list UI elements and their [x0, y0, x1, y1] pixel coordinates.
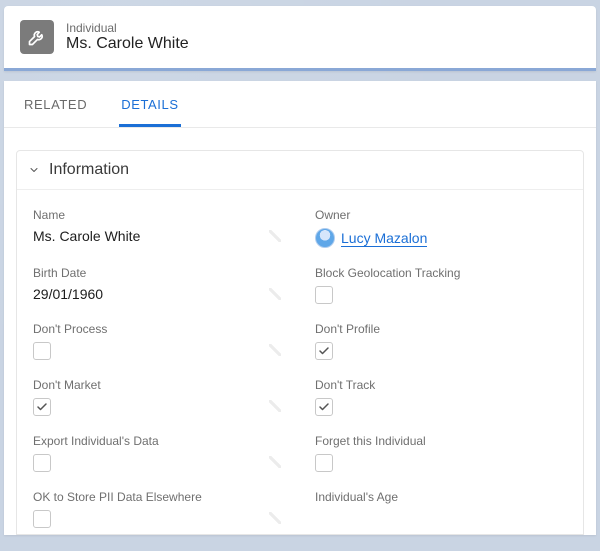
object-type-label: Individual: [66, 21, 189, 35]
field-birth-date: Birth Date 29/01/1960: [33, 266, 285, 304]
field-owner: Owner Lucy Mazalon: [315, 208, 567, 248]
field-label: OK to Store PII Data Elsewhere: [33, 490, 285, 504]
chevron-down-icon: [27, 163, 41, 177]
field-label: Birth Date: [33, 266, 285, 280]
tab-bar: RELATED DETAILS: [4, 81, 596, 128]
field-export-data: Export Individual's Data: [33, 434, 285, 472]
field-dont-process: Don't Process: [33, 322, 285, 360]
field-label: Don't Track: [315, 378, 567, 392]
checkbox[interactable]: [315, 342, 333, 360]
section-title: Information: [49, 161, 129, 179]
field-dont-track: Don't Track: [315, 378, 567, 416]
field-block-geolocation: Block Geolocation Tracking: [315, 266, 567, 304]
field-label: Block Geolocation Tracking: [315, 266, 567, 280]
field-label: Don't Profile: [315, 322, 567, 336]
checkbox[interactable]: [315, 454, 333, 472]
record-header: Individual Ms. Carole White: [4, 6, 596, 71]
field-name: Name Ms. Carole White: [33, 208, 285, 248]
checkbox[interactable]: [315, 286, 333, 304]
field-ok-store-pii: OK to Store PII Data Elsewhere: [33, 490, 285, 528]
field-dont-market: Don't Market: [33, 378, 285, 416]
tab-related[interactable]: RELATED: [22, 81, 89, 127]
field-label: Don't Process: [33, 322, 285, 336]
field-label: Owner: [315, 208, 567, 222]
field-dont-profile: Don't Profile: [315, 322, 567, 360]
field-grid: Name Ms. Carole White Owner Lucy Mazalon…: [17, 190, 583, 534]
details-panel: RELATED DETAILS Information Name Ms. Car…: [4, 81, 596, 535]
section-information: Information Name Ms. Carole White Owner …: [16, 150, 584, 535]
field-label: Forget this Individual: [315, 434, 567, 448]
field-value[interactable]: 29/01/1960: [33, 286, 285, 302]
checkbox[interactable]: [33, 342, 51, 360]
field-label: Don't Market: [33, 378, 285, 392]
field-label: Export Individual's Data: [33, 434, 285, 448]
field-label: Individual's Age: [315, 490, 567, 504]
owner-link[interactable]: Lucy Mazalon: [341, 230, 427, 247]
wrench-icon: [20, 20, 54, 54]
field-individuals-age: Individual's Age: [315, 490, 567, 528]
record-title: Ms. Carole White: [66, 35, 189, 53]
section-header-information[interactable]: Information: [17, 151, 583, 190]
field-forget-individual: Forget this Individual: [315, 434, 567, 472]
field-value[interactable]: Ms. Carole White: [33, 228, 285, 244]
checkbox[interactable]: [33, 510, 51, 528]
checkbox[interactable]: [33, 454, 51, 472]
checkbox[interactable]: [33, 398, 51, 416]
checkbox[interactable]: [315, 398, 333, 416]
tab-details[interactable]: DETAILS: [119, 81, 180, 127]
field-label: Name: [33, 208, 285, 222]
avatar: [315, 228, 335, 248]
